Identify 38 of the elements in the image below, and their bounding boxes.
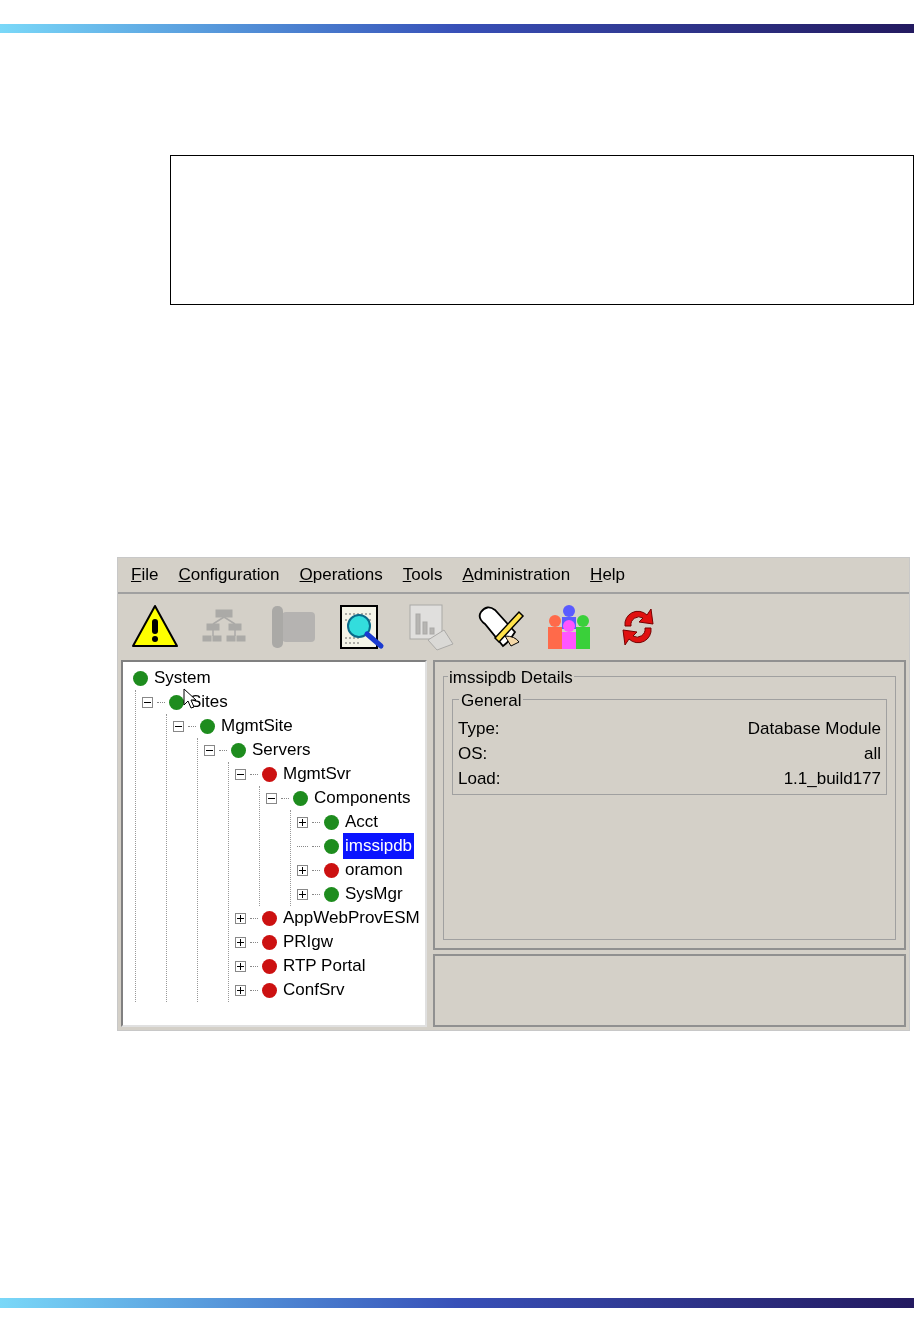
collapse-toggle[interactable] (173, 720, 184, 732)
tree-item[interactable]: imssipdb (343, 833, 415, 859)
tree-item[interactable]: MgmtSvr (281, 761, 353, 787)
menu-item[interactable]: Configuration (178, 562, 280, 588)
collapse-toggle[interactable] (235, 768, 246, 780)
expand-toggle[interactable] (297, 864, 308, 876)
tree-item[interactable]: System (152, 665, 213, 691)
menu-item[interactable]: File (131, 562, 159, 588)
field-value: all (864, 742, 881, 765)
tree-item[interactable]: MgmtSite (219, 713, 295, 739)
collapse-toggle[interactable] (266, 792, 277, 804)
tree-item[interactable]: PRIgw (281, 929, 336, 955)
tree-item[interactable]: AppWebProvESM (281, 905, 422, 931)
expand-toggle[interactable] (297, 816, 308, 828)
expand-toggle[interactable] (235, 960, 246, 972)
field-label: Type: (458, 717, 500, 740)
menu-item[interactable]: Operations (299, 562, 383, 588)
tree-item[interactable]: ConfSrv (281, 977, 347, 1003)
field-value: 1.1_build177 (783, 767, 881, 790)
expand-toggle[interactable] (235, 984, 246, 996)
expand-toggle[interactable] (235, 912, 246, 924)
field-value: Database Module (747, 717, 881, 740)
menu-item[interactable]: Tools (402, 562, 443, 588)
tree-item[interactable]: Servers (250, 737, 313, 763)
expand-toggle[interactable] (297, 888, 308, 900)
chart-document-icon (406, 602, 456, 652)
menu-item[interactable]: Administration (462, 562, 571, 588)
expand-toggle[interactable] (235, 936, 246, 948)
menu-item[interactable]: Help (590, 562, 626, 588)
collapse-toggle[interactable] (142, 696, 153, 708)
tree-item[interactable]: RTP Portal (281, 953, 368, 979)
tree-item[interactable]: SysMgr (343, 881, 405, 907)
tree-item[interactable]: oramon (343, 857, 405, 883)
tree-item[interactable]: Components (312, 785, 413, 811)
field-label: Load: (458, 767, 501, 790)
collapse-toggle[interactable] (204, 744, 215, 756)
tree-item[interactable]: Acct (343, 809, 381, 835)
field-label: OS: (458, 742, 488, 765)
